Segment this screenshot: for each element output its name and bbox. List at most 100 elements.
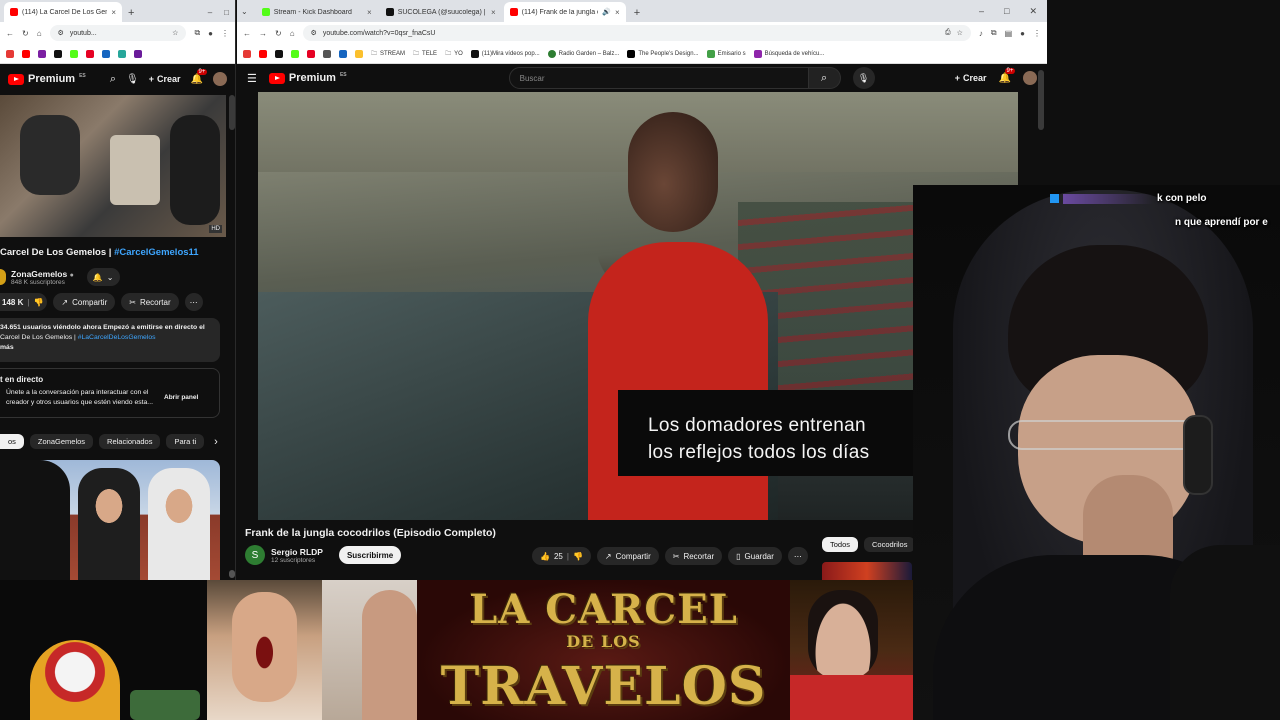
notifications-button[interactable]: 🔔 9+ bbox=[191, 68, 208, 85]
home-icon[interactable]: ⌂ bbox=[37, 29, 42, 38]
description-more[interactable]: más bbox=[0, 343, 216, 353]
live-stream-player[interactable]: HD bbox=[0, 95, 226, 237]
bookmark-folder-stream[interactable]: 🗀 STREAM bbox=[371, 49, 405, 59]
chip-relacionados[interactable]: Relacionados bbox=[99, 434, 161, 449]
bookmark-icon[interactable] bbox=[6, 49, 14, 58]
bookmark-star-icon[interactable]: ☆ bbox=[172, 29, 178, 37]
bookmark-icon[interactable] bbox=[259, 49, 267, 58]
bookmark-icon[interactable] bbox=[118, 49, 126, 58]
close-tab-icon[interactable]: × bbox=[491, 8, 496, 17]
more-actions-button[interactable]: ⋯ bbox=[184, 293, 203, 311]
search-icon[interactable]: ⌕ bbox=[110, 73, 116, 86]
more-actions-button[interactable]: ⋯ bbox=[787, 547, 808, 565]
subscribe-button[interactable]: Suscribirme bbox=[338, 546, 402, 564]
bookmark-icon[interactable] bbox=[339, 49, 347, 58]
chip-all[interactable]: os bbox=[0, 434, 24, 449]
extensions-icon[interactable]: ⧉ bbox=[194, 28, 200, 38]
bookmark-icon[interactable] bbox=[291, 49, 299, 58]
profile-icon[interactable]: ● bbox=[208, 29, 213, 38]
dislike-icon[interactable]: 👎 bbox=[573, 552, 583, 561]
extensions-icon[interactable]: ⧉ bbox=[991, 28, 997, 38]
subscribed-bell-button[interactable]: 🔔 ⌄ bbox=[86, 268, 120, 286]
search-input[interactable]: Buscar bbox=[508, 67, 809, 89]
back-icon[interactable]: ← bbox=[6, 29, 14, 38]
bookmark-star-icon[interactable]: ☆ bbox=[957, 29, 963, 37]
bookmark-icon[interactable] bbox=[54, 49, 62, 58]
like-button[interactable]: 148 K | 👎 bbox=[0, 293, 48, 311]
sidebar-thumbnail[interactable] bbox=[822, 562, 912, 580]
new-tab-icon[interactable]: + bbox=[634, 7, 640, 19]
channel-name[interactable]: ZonaGemelos bbox=[11, 269, 67, 279]
description-box[interactable]: 34.651 usuarios viéndolo ahora Empezó a … bbox=[0, 318, 220, 362]
tab-search-icon[interactable]: ⌄ bbox=[241, 7, 248, 16]
site-info-icon[interactable]: ⚙ bbox=[58, 29, 64, 37]
like-button[interactable]: 👍 25 | 👎 bbox=[532, 547, 591, 565]
scroll-down-arrow[interactable] bbox=[229, 570, 235, 578]
new-tab-icon[interactable]: + bbox=[128, 7, 134, 19]
video-player[interactable]: Los domadores entrenan los reflejos todo… bbox=[258, 92, 1018, 520]
bookmark-icon[interactable] bbox=[22, 49, 30, 58]
bookmark-icon[interactable] bbox=[86, 49, 94, 58]
close-tab-icon[interactable]: × bbox=[367, 8, 372, 17]
forward-icon[interactable]: → bbox=[259, 29, 267, 38]
notifications-button[interactable]: 🔔 9+ bbox=[999, 67, 1016, 84]
tab-youtube-active[interactable]: (114) Frank de la jungla coc 🔊 × bbox=[503, 2, 626, 22]
home-icon[interactable]: ⌂ bbox=[290, 29, 295, 38]
profile-icon[interactable]: ● bbox=[1020, 29, 1025, 38]
bookmark-icon[interactable] bbox=[38, 49, 46, 58]
maximize-icon[interactable]: □ bbox=[1004, 6, 1009, 17]
minimize-icon[interactable]: – bbox=[208, 8, 212, 17]
bookmark-peoples-design[interactable]: The People's Design... bbox=[627, 49, 699, 58]
bookmark-icon[interactable] bbox=[323, 49, 331, 58]
tab-tiktok[interactable]: SUCOLEGA (@suucolega) | Ti × bbox=[379, 2, 502, 22]
chip-todos[interactable]: Todos bbox=[822, 537, 859, 552]
close-tab-icon[interactable]: × bbox=[615, 8, 620, 17]
create-button[interactable]: + Crear bbox=[955, 73, 987, 83]
microphone-icon[interactable]: 🎙 bbox=[126, 74, 139, 85]
left-tab-active[interactable]: (114) La Carcel De Los Gemelos × bbox=[4, 2, 122, 22]
maximize-icon[interactable]: □ bbox=[224, 8, 229, 17]
youtube-premium-logo[interactable]: Premium ES bbox=[8, 73, 86, 85]
install-app-icon[interactable]: ⎙ bbox=[945, 29, 951, 37]
close-tab-icon[interactable]: × bbox=[111, 8, 116, 17]
description-hashtag[interactable]: #LaCarcelDeLosGemelos bbox=[78, 334, 156, 341]
bookmark-tiktok[interactable]: (11)Mira vídeos pop... bbox=[470, 49, 540, 58]
recommended-thumbnail[interactable] bbox=[0, 460, 220, 580]
menu-dots-icon[interactable]: ⋮ bbox=[221, 29, 229, 38]
chip-para-ti[interactable]: Para ti bbox=[166, 434, 205, 449]
youtube-premium-logo[interactable]: Premium ES bbox=[268, 72, 347, 84]
avatar[interactable] bbox=[1023, 71, 1037, 85]
bookmark-radio-garden[interactable]: Radio Garden – Balz... bbox=[547, 49, 619, 58]
avatar[interactable] bbox=[213, 72, 227, 86]
chip-zonagemelos[interactable]: ZonaGemelos bbox=[29, 434, 94, 449]
voice-search-button[interactable]: 🎙 bbox=[852, 67, 875, 89]
share-button[interactable]: ↗ Compartir bbox=[53, 293, 116, 311]
minimize-icon[interactable]: – bbox=[979, 6, 984, 17]
clip-button[interactable]: ✂ Recortar bbox=[664, 547, 723, 565]
reading-list-icon[interactable]: ▤ bbox=[1005, 29, 1013, 38]
share-button[interactable]: ↗ Compartir bbox=[596, 547, 659, 565]
stream-hashtag-link[interactable]: #CarcelGemelos11 bbox=[114, 247, 199, 258]
close-window-icon[interactable]: ✕ bbox=[1029, 6, 1037, 17]
left-scrollbar[interactable] bbox=[229, 95, 235, 130]
search-button[interactable]: ⌕ bbox=[808, 67, 841, 89]
bookmark-icon[interactable] bbox=[275, 49, 283, 58]
bookmark-icon[interactable] bbox=[243, 49, 251, 58]
media-controls-icon[interactable]: ♪ bbox=[979, 29, 983, 38]
bookmark-folder-tele[interactable]: 🗀 TELE bbox=[413, 49, 437, 59]
channel-avatar[interactable] bbox=[0, 269, 6, 285]
audio-playing-icon[interactable]: 🔊 bbox=[602, 8, 611, 16]
create-button[interactable]: + Crear bbox=[149, 74, 181, 84]
chevron-right-icon[interactable]: › bbox=[214, 436, 218, 448]
channel-name[interactable]: Sergio RLDP bbox=[271, 547, 323, 557]
bookmark-icon[interactable] bbox=[134, 49, 142, 58]
save-button[interactable]: ▯ Guardar bbox=[728, 547, 782, 565]
bookmark-icon[interactable] bbox=[102, 49, 110, 58]
reload-icon[interactable]: ↻ bbox=[275, 29, 282, 38]
bookmark-icon[interactable] bbox=[307, 49, 315, 58]
bookmark-icon[interactable] bbox=[70, 49, 78, 58]
channel-avatar[interactable]: S bbox=[245, 545, 265, 565]
bookmark-vehiculos[interactable]: Búsqueda de vehícu... bbox=[753, 49, 824, 58]
chip-cocodrilos[interactable]: Cocodrilos bbox=[864, 537, 916, 552]
left-address-bar[interactable]: ⚙ youtub... ☆ bbox=[49, 25, 187, 41]
